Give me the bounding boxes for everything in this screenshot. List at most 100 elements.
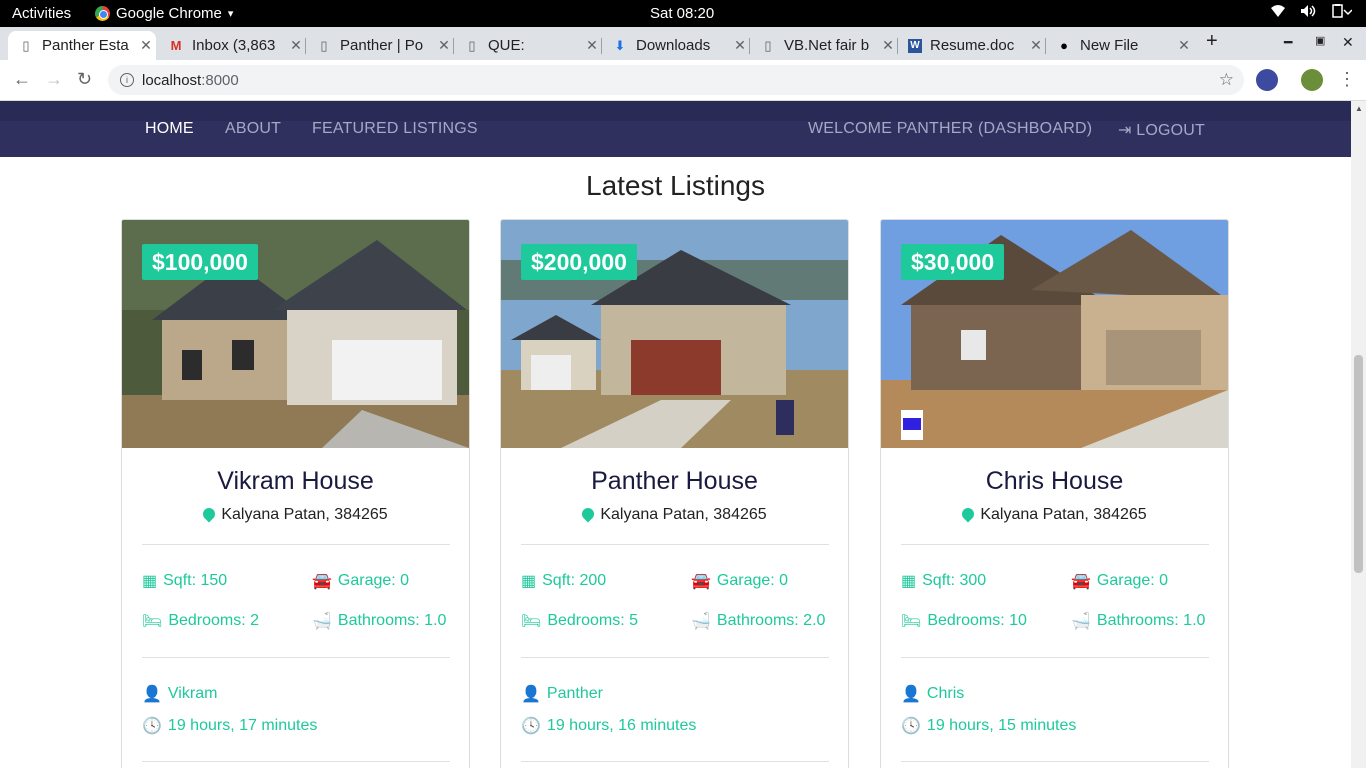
new-tab-button[interactable]: + — [1206, 30, 1218, 53]
bedrooms-text: Bedrooms: 2 — [168, 612, 260, 629]
tab-title: Downloads — [636, 37, 711, 54]
close-icon[interactable]: ✕ — [582, 37, 602, 54]
tab-que[interactable]: ▯ QUE: ✕ — [454, 31, 602, 60]
scroll-up-icon[interactable]: ▲ — [1355, 104, 1363, 113]
reload-button[interactable]: ↻ — [77, 69, 92, 90]
tab-panther-estate[interactable]: ▯ Panther Esta ✕ — [8, 31, 156, 60]
menu-kebab-icon[interactable]: ⋮ — [1338, 69, 1356, 90]
tab-inbox[interactable]: M Inbox (3,863 ✕ — [158, 31, 306, 60]
scrollbar-thumb[interactable] — [1354, 355, 1363, 573]
feature-bathrooms: 🛁 Bathrooms: 2.0 — [691, 611, 825, 631]
bed-icon: 🛏 — [142, 613, 163, 630]
car-icon: 🚘 — [1071, 573, 1091, 590]
garage-text: Garage: 0 — [337, 572, 410, 589]
feature-sqft: ▦ Sqft: 150 — [142, 571, 227, 591]
gmail-icon: M — [170, 38, 182, 53]
close-icon[interactable]: ✕ — [878, 37, 898, 54]
bed-icon: 🛏 — [901, 613, 922, 630]
bedrooms-text: Bedrooms: 5 — [547, 612, 639, 629]
download-icon: ⬇ — [614, 37, 626, 53]
tab-title: Inbox (3,863 — [192, 37, 276, 54]
nav-dashboard[interactable]: WELCOME PANTHER (DASHBOARD) — [808, 120, 1092, 138]
page-icon: ▯ — [22, 37, 30, 53]
close-window-button[interactable]: ✕ — [1342, 34, 1354, 51]
garage-text: Garage: 0 — [716, 572, 789, 589]
nav-home[interactable]: HOME — [145, 120, 194, 138]
nav-logout[interactable]: ⇥ LOGOUT — [1118, 120, 1205, 140]
tab-vbnet[interactable]: ▯ VB.Net fair b ✕ — [750, 31, 898, 60]
system-tray[interactable] — [1270, 4, 1352, 18]
profile-avatar[interactable] — [1301, 69, 1323, 91]
feature-bedrooms: 🛏 Bedrooms: 2 — [142, 611, 259, 631]
info-icon[interactable]: i — [120, 73, 134, 87]
bath-icon: 🛁 — [312, 613, 332, 630]
back-button[interactable]: ← — [13, 69, 31, 90]
bookmark-star-icon[interactable]: ☆ — [1219, 70, 1234, 90]
realtor-text: Chris — [926, 685, 965, 702]
app-menu[interactable]: Google Chrome ▾ — [95, 5, 233, 22]
close-icon[interactable]: ✕ — [730, 37, 750, 54]
bathrooms-text: Bathrooms: 2.0 — [716, 612, 826, 629]
listing-address: Kalyana Patan, 384265 — [501, 505, 848, 524]
page-icon: ▯ — [468, 37, 476, 53]
feature-bedrooms: 🛏 Bedrooms: 5 — [521, 611, 638, 631]
listing-card[interactable]: $200,000 Panther House Kalyana Patan, 38… — [500, 219, 849, 768]
minimize-button[interactable]: ━ — [1284, 34, 1292, 51]
bathrooms-text: Bathrooms: 1.0 — [337, 612, 447, 629]
chevron-down-icon: ▾ — [227, 8, 234, 20]
sqft-text: Sqft: 300 — [922, 572, 987, 589]
feature-sqft: ▦ Sqft: 300 — [901, 571, 986, 591]
tab-resume[interactable]: W Resume.doc ✕ — [898, 31, 1046, 60]
battery-icon — [1332, 4, 1352, 18]
listing-card[interactable]: $30,000 Chris House Kalyana Patan, 38426… — [880, 219, 1229, 768]
close-icon[interactable]: ✕ — [136, 37, 156, 54]
close-icon[interactable]: ✕ — [434, 37, 454, 54]
time-text: 19 hours, 16 minutes — [546, 717, 697, 734]
tab-panther-po[interactable]: ▯ Panther | Po ✕ — [306, 31, 454, 60]
page-scrollbar[interactable]: ▲ — [1351, 101, 1366, 768]
price-badge: $100,000 — [142, 244, 258, 280]
feature-bathrooms: 🛁 Bathrooms: 1.0 — [1071, 611, 1205, 631]
th-large-icon: ▦ — [142, 573, 158, 590]
site-navbar: HOME ABOUT FEATURED LISTINGS WELCOME PAN… — [0, 101, 1351, 157]
tab-new-file[interactable]: ● New File ✕ — [1046, 31, 1194, 60]
nav-about[interactable]: ABOUT — [225, 120, 281, 138]
sqft-text: Sqft: 150 — [163, 572, 228, 589]
sqft-text: Sqft: 200 — [542, 572, 607, 589]
car-icon: 🚘 — [691, 573, 711, 590]
close-icon[interactable]: ✕ — [1026, 37, 1046, 54]
section-title: Latest Listings — [586, 170, 765, 201]
browser-toolbar: ← → ↻ i localhost:8000 ☆ ⋮ — [0, 60, 1366, 101]
bed-icon: 🛏 — [521, 613, 542, 630]
listing-title[interactable]: Vikram House — [122, 467, 469, 496]
system-top-bar: Activities Google Chrome ▾ Sat 08:20 — [0, 0, 1366, 27]
realtor: 👤 Panther — [521, 684, 603, 704]
realtor: 👤 Chris — [901, 684, 964, 704]
time-text: 19 hours, 15 minutes — [926, 717, 1077, 734]
listing-title[interactable]: Chris House — [881, 467, 1228, 496]
forward-button[interactable]: → — [45, 69, 63, 90]
listed-time: 🕓 19 hours, 15 minutes — [901, 716, 1076, 736]
logout-label: LOGOUT — [1136, 122, 1206, 139]
price-badge: $200,000 — [521, 244, 637, 280]
word-icon: W — [908, 38, 922, 53]
clock[interactable]: Sat 08:20 — [650, 5, 714, 22]
nav-featured-listings[interactable]: FEATURED LISTINGS — [312, 120, 478, 138]
listing-card[interactable]: $100,000 Vikram House Kalyana Patan, 384… — [121, 219, 470, 768]
close-icon[interactable]: ✕ — [286, 37, 306, 54]
maximize-button[interactable]: ▣ — [1315, 34, 1325, 47]
url-host: localhost — [142, 71, 202, 89]
extension-icon[interactable] — [1256, 69, 1278, 91]
address-bar[interactable]: i localhost:8000 ☆ — [108, 65, 1244, 95]
user-icon: 👤 — [901, 686, 921, 703]
tab-title: Panther | Po — [340, 37, 424, 54]
tab-title: QUE: — [488, 37, 525, 54]
app-name: Google Chrome — [116, 5, 222, 22]
close-icon[interactable]: ✕ — [1174, 37, 1194, 54]
tab-downloads[interactable]: ⬇ Downloads ✕ — [602, 31, 750, 60]
clock-icon: 🕓 — [901, 718, 921, 735]
th-large-icon: ▦ — [901, 573, 917, 590]
listing-title[interactable]: Panther House — [501, 467, 848, 496]
tab-title: VB.Net fair b — [784, 37, 870, 54]
activities-button[interactable]: Activities — [12, 5, 71, 22]
